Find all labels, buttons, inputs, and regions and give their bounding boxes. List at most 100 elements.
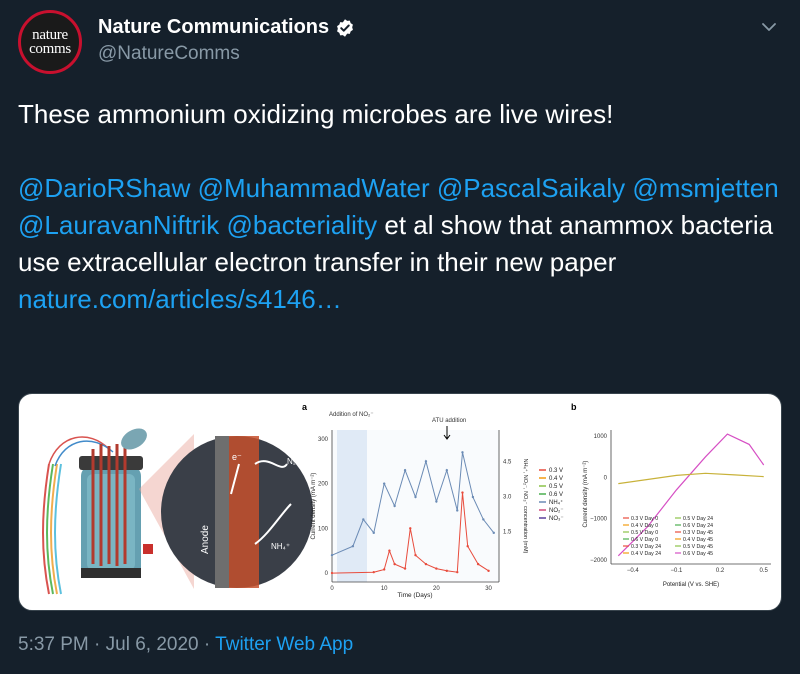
chart-a-data-point <box>362 518 365 521</box>
chart-a-data-point <box>445 469 449 472</box>
display-name-text: Nature Communications <box>98 16 330 38</box>
chart-a-data-point <box>424 460 428 463</box>
panel-a-label: a <box>302 402 308 412</box>
panel-b-label: b <box>571 402 577 412</box>
annotation-atu: ATU addition <box>432 418 466 424</box>
chart-a-legend-label: 0.3 V <box>549 468 563 474</box>
chart-a-data-point <box>466 545 469 548</box>
chart-a-y-tick-label: 200 <box>318 482 329 488</box>
chart-a-data-point <box>372 570 375 574</box>
chart-a-data-point <box>403 469 407 472</box>
chart-a-data-point <box>330 553 334 557</box>
chart-a-y2-tick-label: 3.0 <box>503 494 512 500</box>
chart-a-data-point <box>388 549 391 552</box>
chart-a-data-point <box>414 495 417 499</box>
chart-b-y-tick-label: 0 <box>604 475 608 481</box>
avatar[interactable]: nature comms <box>18 10 82 74</box>
chart-b-legend-label: 0.3 V Day 45 <box>683 530 713 536</box>
chart-a-xlabel: Time (Days) <box>397 592 432 599</box>
chart-b-y-tick-label: 1000 <box>594 434 608 440</box>
chart-a-data-point <box>456 509 459 512</box>
chart-a-legend-label: NH₄⁺ <box>549 499 563 506</box>
chart-a-legend-label: 0.4 V <box>549 476 563 482</box>
chart-b-x-tick-label: −0.1 <box>671 568 684 574</box>
chart-a-y2-tick-label: 4.5 <box>503 459 512 465</box>
chart-a-data-point <box>492 531 495 535</box>
chart-b-ylabel: Current density (mA m⁻²) <box>583 461 589 528</box>
n2-label: N₂ <box>287 457 296 466</box>
chart-a-data-point <box>461 451 464 454</box>
chart-b-legend-label: 0.6 V Day 24 <box>683 523 713 529</box>
chart-a-data-point <box>393 562 396 566</box>
chart-a-data-point <box>382 482 386 485</box>
chart-a-y2-tick-label: 1.5 <box>503 529 512 535</box>
chart-a-y-ticks: 0 100 200 300 <box>318 437 329 577</box>
mention-dariorshaw[interactable]: @DarioRShaw <box>18 173 190 203</box>
tweet-date[interactable]: Jul 6, 2020 <box>106 634 199 655</box>
chart-a-data-point <box>435 500 438 503</box>
chart-b-legend-label: 0.5 V Day 24 <box>683 516 713 522</box>
chart-a-data-point <box>424 562 428 566</box>
footer-separator: · <box>88 634 106 655</box>
chart-b-legend-label: 0.6 V Day 45 <box>683 551 713 557</box>
chart-a-data-point <box>435 567 438 570</box>
chart-b-legend-label: 0.3 V Day 24 <box>631 544 661 550</box>
chart-a-data-point <box>372 531 375 535</box>
chart-b-legend-label: 0.5 V Day 45 <box>683 544 713 550</box>
chart-a-ylabel: Current density (mA m⁻²) <box>311 473 317 540</box>
nh4-label: NH₄⁺ <box>271 542 290 551</box>
chart-a-legend-label: NO₂⁻ <box>549 508 564 514</box>
chart-b-legend-label: 0.3 V Day 0 <box>631 516 658 522</box>
mention-muhammadwater[interactable]: @MuhammadWater <box>198 173 430 203</box>
chart-a-y-tick-label: 100 <box>318 526 329 532</box>
tweet-text: These ammonium oxidizing microbes are li… <box>18 96 788 318</box>
chart-b-y-tick-label: −2000 <box>590 558 608 564</box>
tweet-line-1: These ammonium oxidizing microbes are li… <box>18 99 614 129</box>
source-app-link[interactable]: Twitter Web App <box>215 634 353 655</box>
chart-a-data-point <box>393 504 396 508</box>
anode-closeup-illustration: Anode e⁻ N₂ NH₄⁺ <box>161 436 313 588</box>
mention-bacteriality[interactable]: @bacteriality <box>226 210 377 240</box>
chart-a-y-tick-label: 0 <box>325 571 329 577</box>
chart-a-x-tick-label: 30 <box>485 586 492 592</box>
mention-lauravanniftrik[interactable]: @LauravanNiftrik <box>18 210 219 240</box>
chart-b-y-ticks: 1000 0 −1000 −2000 <box>590 434 608 564</box>
chart-b-legend-label: 0.4 V Day 0 <box>631 523 658 529</box>
chart-a-legend-label: NO₃⁻ <box>549 516 564 522</box>
chart-a: Addition of NO₂⁻ ATU addition 0 10 20 30 0 1… <box>311 412 564 599</box>
chart-a-data-point <box>330 571 334 575</box>
chart-a-data-point <box>476 562 480 566</box>
chart-a-data-point <box>403 567 407 570</box>
chart-b-legend-label: 0.4 V Day 24 <box>631 551 661 557</box>
annotation-no2: Addition of NO₂⁻ <box>329 412 374 418</box>
mention-pascalsaikaly[interactable]: @PascalSaikaly <box>437 173 625 203</box>
chart-a-data-point <box>482 518 485 521</box>
chart-a-data-point <box>456 570 459 574</box>
tweet-time[interactable]: 5:37 PM <box>18 634 89 655</box>
article-link[interactable]: nature.com/articles/s4146… <box>18 284 342 314</box>
anode-label: Anode <box>200 525 211 554</box>
mention-msmjetten[interactable]: @msmjetten <box>632 173 778 203</box>
chart-a-data-point <box>487 569 490 573</box>
chart-b-y-tick-label: −1000 <box>590 517 608 523</box>
tweet-image[interactable]: Anode e⁻ N₂ NH₄⁺ a Addition of NO₂⁻ ATU … <box>18 393 782 611</box>
chart-a-legend: 0.3 V 0.4 V 0.5 V 0.6 VNH₄⁺ NO₂⁻ NO₃⁻ <box>539 468 564 522</box>
chart-a-y2-ticks: 1.5 3.0 4.5 <box>503 459 512 535</box>
electron-label: e⁻ <box>232 452 242 462</box>
chart-b-legend: 0.3 V Day 00.4 V Day 00.5 V Day 00.6 V D… <box>623 516 713 557</box>
chart-b: −0.4 −0.1 0.2 0.5 1000 0 −1000 −2000 0.3 V Day… <box>583 430 771 588</box>
chart-a-data-point <box>471 495 475 499</box>
display-name[interactable]: Nature Communications <box>98 16 355 39</box>
chart-b-x-ticks: −0.4 −0.1 0.2 0.5 <box>627 568 769 574</box>
chart-b-legend-label: 0.5 V Day 0 <box>631 530 658 536</box>
user-handle[interactable]: @NatureComms <box>98 43 240 65</box>
chart-a-legend-label: 0.5 V <box>549 484 563 490</box>
chart-b-legend-label: 0.6 V Day 0 <box>631 537 658 543</box>
chart-b-legend-label: 0.4 V Day 45 <box>683 537 713 543</box>
chevron-down-icon[interactable] <box>760 18 778 36</box>
chart-a-data-point <box>409 527 412 530</box>
chart-a-y2label: NH₄⁺, NO₂⁻, NO₃⁻ concentration (mM) <box>522 459 529 554</box>
chart-a-x-tick-label: 10 <box>381 586 388 592</box>
chart-a-data-point <box>414 553 417 557</box>
chart-a-x-tick-label: 0 <box>330 586 334 592</box>
